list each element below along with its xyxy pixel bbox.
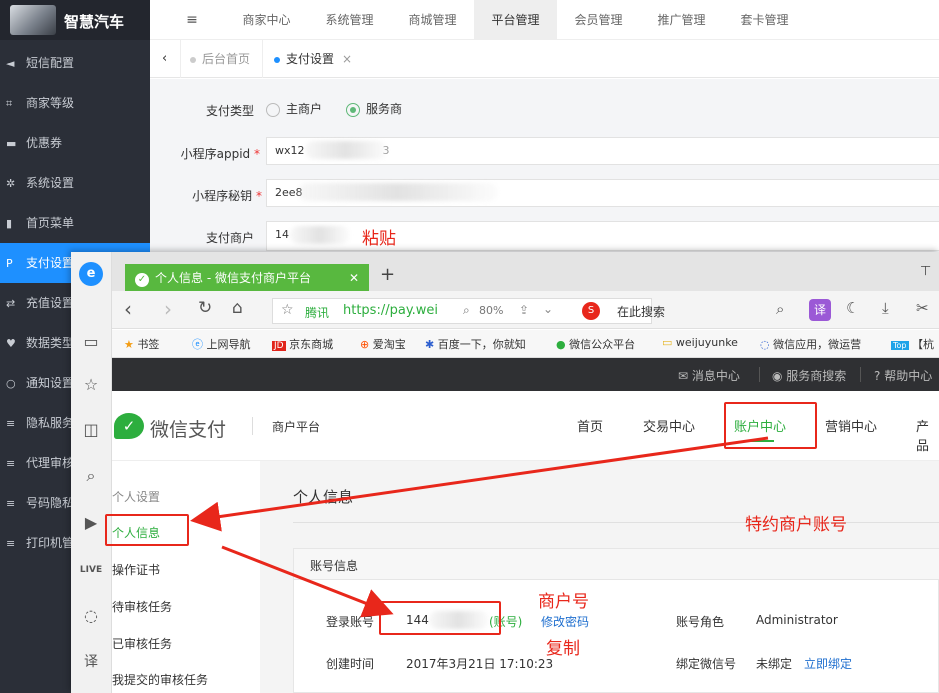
arrow-to-merchant-no [221, 545, 394, 618]
annotation-arrows [190, 436, 769, 618]
arrow-to-personal-info [190, 436, 769, 532]
